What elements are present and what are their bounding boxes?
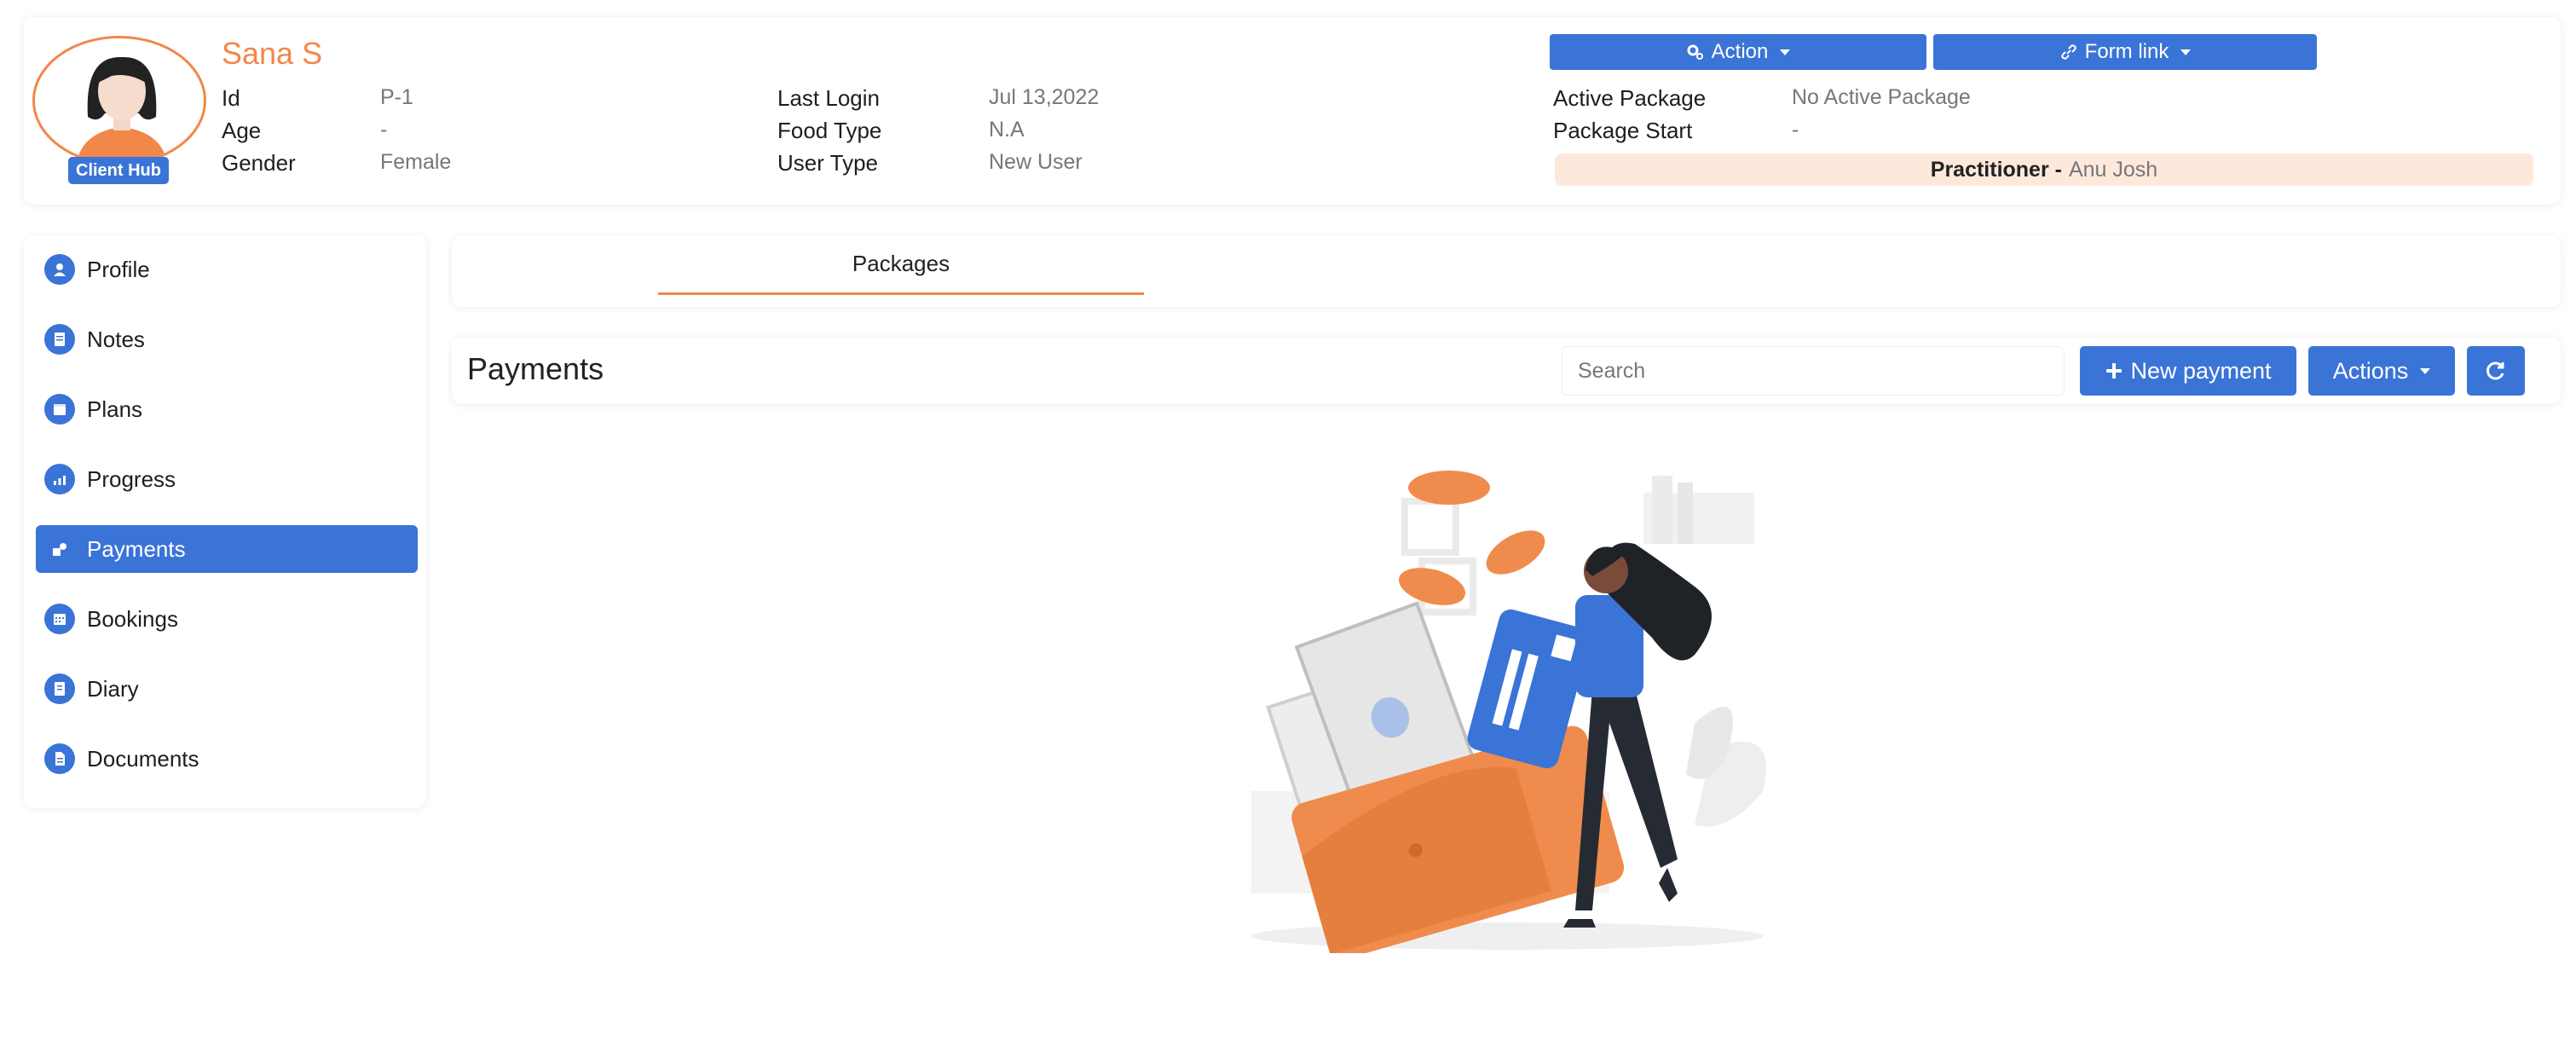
action-label: Action [1711, 40, 1769, 63]
food-type-label: Food Type [777, 118, 882, 143]
client-name: Sana S [222, 36, 323, 71]
sidebar-item-payments[interactable]: Payments [36, 525, 418, 573]
new-payment-label: New payment [2130, 357, 2272, 384]
tab-bar: Packages [452, 235, 2561, 307]
active-package-label: Active Package [1553, 85, 1707, 111]
calendar-icon [44, 604, 75, 634]
client-hub-badge[interactable]: Client Hub [68, 157, 169, 184]
refresh-icon [2486, 361, 2504, 380]
sidebar-item-label: Profile [87, 256, 150, 282]
link-icon [2060, 44, 2076, 60]
refresh-button[interactable] [2467, 346, 2525, 396]
sidebar-item-label: Bookings [87, 605, 178, 632]
sidebar-item-label: Diary [87, 675, 139, 702]
package-start-label: Package Start [1553, 118, 1693, 143]
sidebar-item-label: Progress [87, 465, 176, 492]
empty-payments-illustration [1251, 471, 1766, 953]
user-icon [44, 254, 75, 285]
package-start-value: - [1792, 118, 1799, 142]
gears-icon [1687, 44, 1703, 60]
sidebar-item-label: Plans [87, 396, 143, 422]
id-label: Id [222, 85, 240, 111]
search-input[interactable] [1562, 346, 2065, 396]
sidebar-item-profile[interactable]: Profile [36, 246, 418, 293]
sidebar-item-label: Payments [87, 535, 186, 562]
sidebar: Profile Notes Plans Progress Payments Bo… [24, 235, 426, 808]
payments-toolbar: Payments New payment Actions [452, 338, 2561, 404]
actions-label: Actions [2332, 357, 2409, 384]
active-package-value: No Active Package [1792, 85, 1971, 109]
plus-icon [2106, 363, 2123, 379]
tab-packages[interactable]: Packages [658, 235, 1144, 295]
chevron-down-icon [2180, 49, 2192, 55]
notes-icon [44, 324, 75, 355]
page-title: Payments [467, 351, 604, 386]
chevron-down-icon [2420, 367, 2431, 374]
gender-value: Female [380, 150, 452, 174]
sidebar-item-plans[interactable]: Plans [36, 385, 418, 433]
chevron-down-icon [1780, 49, 1791, 55]
user-type-label: User Type [777, 150, 879, 176]
plans-icon [44, 394, 75, 425]
practitioner-bar: Practitioner - Anu Josh [1555, 153, 2533, 186]
actions-dropdown-button[interactable]: Actions [2308, 346, 2455, 396]
sidebar-item-progress[interactable]: Progress [36, 455, 418, 503]
form-link-dropdown-button[interactable]: Form link [1933, 34, 2317, 70]
id-value: P-1 [380, 85, 413, 109]
age-label: Age [222, 118, 262, 143]
practitioner-name: Anu Josh [2068, 157, 2158, 182]
new-payment-button[interactable]: New payment [2080, 346, 2296, 396]
practitioner-label: Practitioner - [1930, 157, 2062, 182]
document-icon [44, 743, 75, 774]
age-value: - [380, 118, 388, 142]
diary-icon [44, 673, 75, 704]
sidebar-item-label: Notes [87, 326, 145, 352]
payment-icon [44, 534, 75, 564]
chart-icon [44, 464, 75, 494]
food-type-value: N.A [989, 118, 1025, 142]
form-link-label: Form link [2084, 40, 2169, 63]
sidebar-item-notes[interactable]: Notes [36, 315, 418, 363]
client-header: Client Hub Sana S Id P-1 Age - Gender Fe… [24, 17, 2561, 205]
sidebar-item-diary[interactable]: Diary [36, 665, 418, 713]
user-type-value: New User [989, 150, 1083, 174]
action-dropdown-button[interactable]: Action [1550, 34, 1926, 70]
gender-label: Gender [222, 150, 296, 176]
sidebar-item-bookings[interactable]: Bookings [36, 595, 418, 643]
last-login-value: Jul 13,2022 [989, 85, 1100, 109]
sidebar-item-documents[interactable]: Documents [36, 735, 418, 783]
sidebar-item-label: Documents [87, 745, 199, 772]
avatar [32, 36, 206, 165]
last-login-label: Last Login [777, 85, 880, 111]
